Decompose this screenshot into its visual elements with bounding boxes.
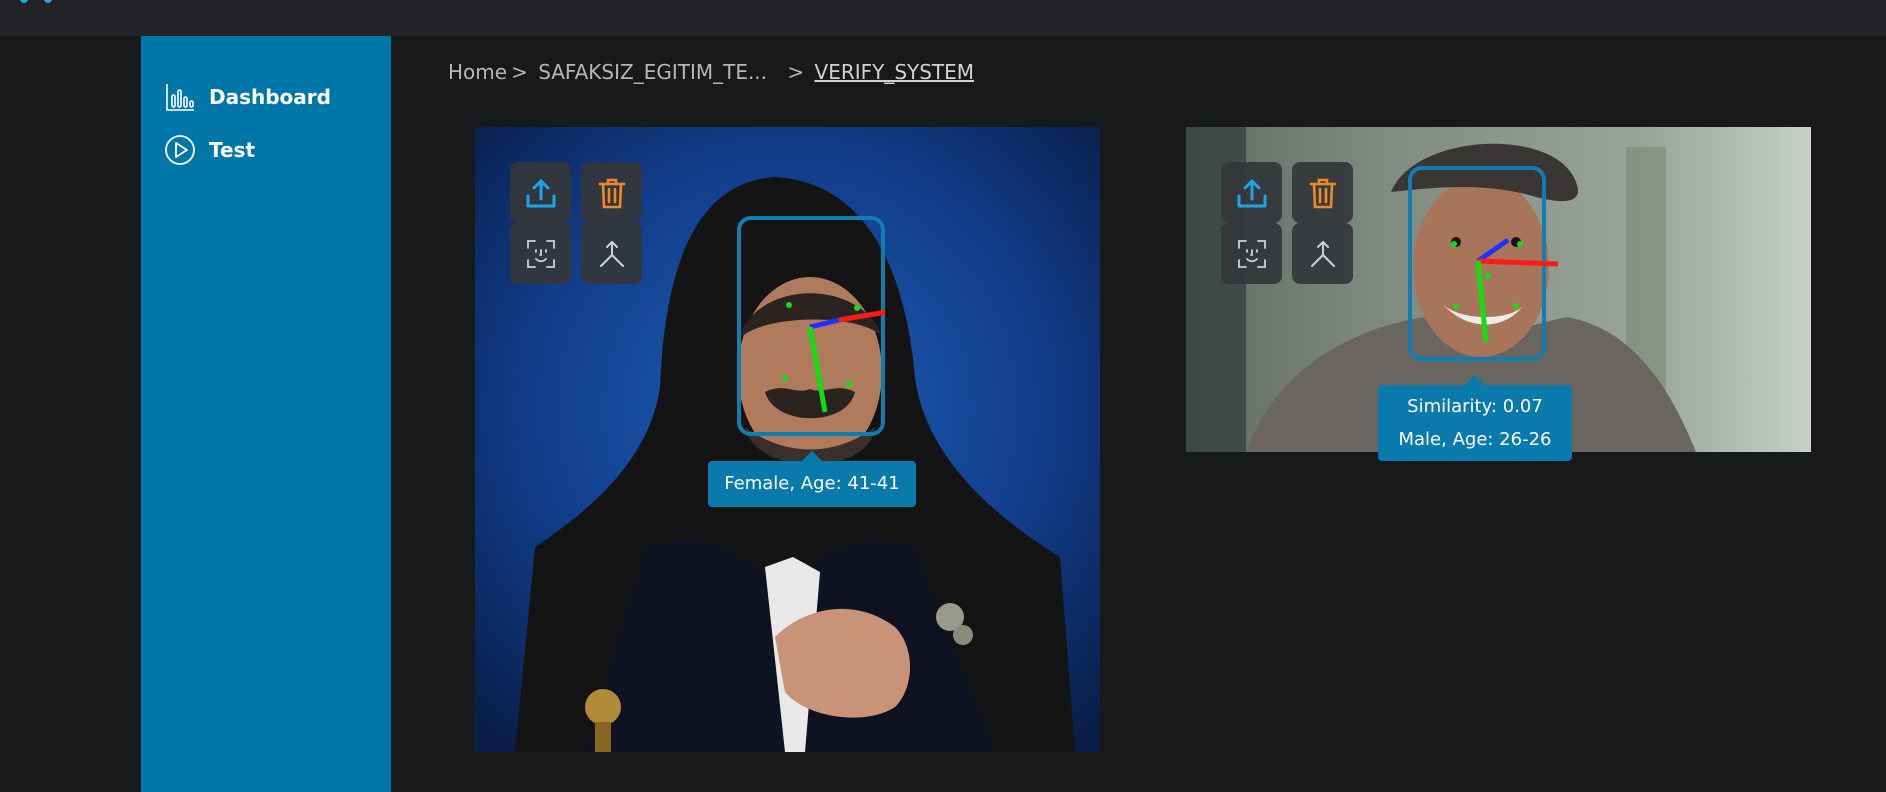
breadcrumb-separator: > bbox=[511, 60, 528, 84]
upload-button[interactable] bbox=[1221, 162, 1282, 223]
sidebar: Dashboard Test bbox=[141, 36, 391, 792]
trash-icon bbox=[598, 178, 625, 208]
face-box[interactable] bbox=[1408, 166, 1559, 361]
trash-icon bbox=[1309, 178, 1336, 208]
face-scan-button[interactable] bbox=[1221, 223, 1282, 284]
sidebar-item-label: Dashboard bbox=[209, 85, 331, 109]
bar-chart-icon bbox=[163, 80, 197, 114]
face-scan-icon bbox=[1237, 239, 1266, 268]
merge-icon bbox=[599, 240, 624, 267]
sidebar-item-label: Test bbox=[209, 138, 256, 162]
head-pose-axes bbox=[1451, 237, 1559, 343]
face-info-tooltip: Similarity: 0.07 Male, Age: 26-26 bbox=[1378, 375, 1572, 461]
delete-button[interactable] bbox=[581, 162, 642, 223]
breadcrumb-home[interactable]: Home bbox=[448, 60, 507, 84]
sidebar-item-test[interactable]: Test bbox=[163, 133, 255, 167]
similarity-score: Similarity: 0.07 bbox=[1407, 396, 1543, 417]
face-info-tooltip: Female, Age: 41-41 bbox=[708, 451, 916, 507]
merge-button[interactable] bbox=[581, 223, 642, 284]
face-gender-age: Male, Age: 26-26 bbox=[1398, 429, 1552, 450]
upload-icon bbox=[1237, 179, 1266, 207]
upload-button[interactable] bbox=[510, 162, 571, 223]
face-scan-icon bbox=[526, 239, 555, 268]
breadcrumb-current[interactable]: VERIFY_SYSTEM bbox=[815, 60, 975, 84]
merge-icon bbox=[1310, 240, 1335, 267]
merge-button[interactable] bbox=[1292, 223, 1353, 284]
breadcrumb: Home > SAFAKSIZ_EGITIM_TE... > VERIFY_SYS… bbox=[448, 60, 978, 84]
play-circle-icon bbox=[163, 133, 197, 167]
face-box[interactable] bbox=[737, 216, 885, 436]
head-pose-axes bbox=[782, 302, 885, 413]
face-gender-age: Female, Age: 41-41 bbox=[724, 473, 900, 494]
delete-button[interactable] bbox=[1292, 162, 1353, 223]
top-bar bbox=[0, 0, 1886, 36]
breadcrumb-project[interactable]: SAFAKSIZ_EGITIM_TE... bbox=[538, 60, 767, 84]
sidebar-item-dashboard[interactable]: Dashboard bbox=[163, 80, 331, 114]
upload-icon bbox=[526, 179, 555, 207]
face-scan-button[interactable] bbox=[510, 223, 571, 284]
breadcrumb-separator: > bbox=[787, 60, 805, 84]
left-image-panel: Female, Age: 41-41 bbox=[475, 127, 1100, 752]
logo-icon bbox=[20, 0, 52, 3]
